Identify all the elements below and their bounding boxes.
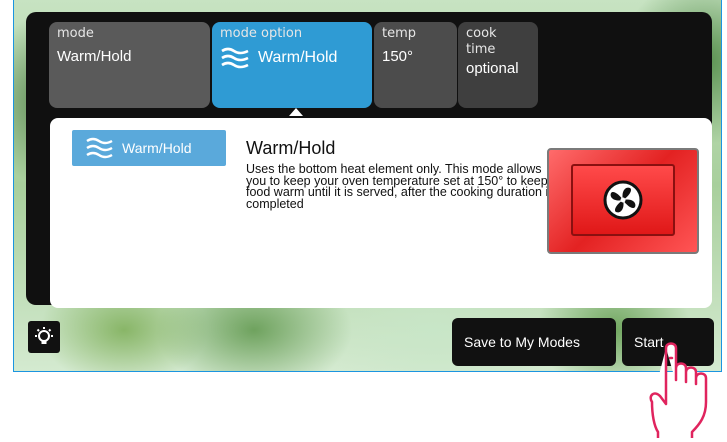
light-bulb-icon	[33, 326, 55, 348]
tab-temp[interactable]: temp 150°	[374, 22, 457, 108]
tab-mode-option[interactable]: mode option Warm/Hold	[212, 22, 372, 108]
selected-option-chip[interactable]: Warm/Hold	[72, 130, 226, 166]
selected-tab-pointer	[289, 108, 303, 116]
tab-cook-time-value: optional	[466, 60, 519, 77]
oven-screen: mode Warm/Hold mode option Warm/Hold tem…	[13, 0, 722, 372]
tab-temp-label: temp	[382, 26, 417, 41]
tab-cook-time[interactable]: cook time optional	[458, 22, 538, 108]
tab-temp-value: 150°	[382, 48, 414, 65]
oven-illustration	[547, 148, 699, 254]
pointing-hand-icon	[644, 342, 724, 442]
tab-mode-value: Warm/Hold	[57, 48, 132, 65]
save-to-my-modes-button[interactable]: Save to My Modes	[452, 318, 616, 366]
mode-title: Warm/Hold	[246, 138, 336, 158]
tab-cook-time-label: cook time	[466, 26, 497, 57]
chip-label: Warm/Hold	[122, 140, 192, 156]
tab-mode-option-value: Warm/Hold	[258, 49, 338, 66]
tab-mode-label: mode	[57, 26, 94, 41]
light-toggle-button[interactable]	[28, 321, 60, 353]
save-button-label: Save to My Modes	[464, 334, 580, 350]
mode-panel: mode Warm/Hold mode option Warm/Hold tem…	[26, 12, 712, 308]
tab-mode[interactable]: mode Warm/Hold	[49, 22, 210, 108]
mode-detail-card: Warm/Hold Warm/Hold Uses the bottom heat…	[50, 118, 712, 308]
tab-mode-option-label: mode option	[220, 26, 303, 41]
mode-description: Uses the bottom heat element only. This …	[246, 162, 555, 211]
heat-waves-icon	[86, 137, 122, 159]
heat-waves-icon	[220, 46, 250, 70]
oven-fan-icon	[603, 180, 643, 220]
